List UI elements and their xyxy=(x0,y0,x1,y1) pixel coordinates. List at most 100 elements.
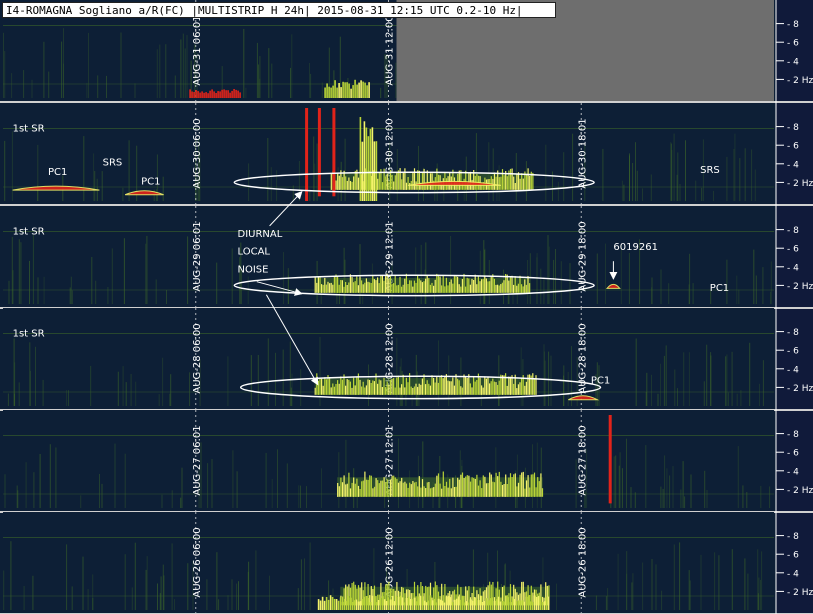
burst-spike xyxy=(527,595,530,610)
noise-spike xyxy=(319,377,321,395)
noise-spike xyxy=(476,474,478,497)
noise-spike xyxy=(429,284,431,293)
noise-spike xyxy=(431,173,433,190)
burst-spike xyxy=(203,92,205,98)
noise-spike xyxy=(317,277,319,293)
spectral-streak xyxy=(18,239,20,304)
burst-spike xyxy=(229,92,231,98)
noise-spike xyxy=(425,488,427,497)
noise-spike xyxy=(359,379,361,395)
time-marker-label: AUG-31 12:00 xyxy=(385,15,396,85)
noise-spike xyxy=(353,377,355,395)
noise-spike xyxy=(322,284,324,293)
burst-spike xyxy=(341,601,344,610)
spectral-streak xyxy=(744,148,746,201)
frequency-tick-label: - 8 xyxy=(787,226,799,236)
noise-spike xyxy=(452,477,454,497)
spectral-streak xyxy=(651,374,652,406)
frequency-tick-label: - 2 Hz xyxy=(787,486,813,496)
spectral-streak xyxy=(673,133,675,201)
spectral-streak xyxy=(751,149,753,201)
spectral-streak xyxy=(304,558,305,610)
noise-spike xyxy=(522,471,524,497)
spectral-streak xyxy=(227,356,229,406)
noise-spike xyxy=(450,279,452,293)
spectral-streak xyxy=(731,351,733,406)
spectrogram-window: AUG-31 06:01 AUG-31 12:00- 8- 6- 4- 2 Hz A… xyxy=(0,0,813,614)
burst-spike xyxy=(323,600,326,610)
spectral-streak xyxy=(557,181,559,201)
noise-spike xyxy=(487,483,489,497)
noise-spike xyxy=(490,474,492,497)
noise-spike xyxy=(437,274,439,293)
strip-separator xyxy=(0,204,813,206)
spectral-streak xyxy=(669,475,671,508)
noise-spike xyxy=(394,477,396,497)
noise-spike xyxy=(421,378,423,395)
burst-spike xyxy=(219,91,221,98)
noise-spike xyxy=(409,482,411,497)
spectral-streak xyxy=(660,269,662,304)
noise-spike xyxy=(524,385,526,395)
noise-spike xyxy=(458,479,460,497)
noise-spike xyxy=(417,386,419,395)
noise-spike xyxy=(474,381,476,395)
spectral-streak xyxy=(91,257,93,304)
spectral-streak xyxy=(71,586,73,610)
burst-spike xyxy=(469,599,472,610)
noise-spike xyxy=(402,284,404,293)
noise-spike xyxy=(321,284,323,293)
frequency-tick-label: - 4 xyxy=(787,160,799,170)
spectral-streak xyxy=(131,587,133,610)
noise-spike xyxy=(437,382,439,395)
noise-spike xyxy=(361,386,363,395)
spectral-streak xyxy=(438,497,440,508)
noise-spike xyxy=(362,480,364,497)
spectral-streak xyxy=(275,352,276,406)
spectral-streak xyxy=(171,490,173,508)
spectral-streak xyxy=(309,542,311,610)
spectral-streak xyxy=(3,570,5,610)
noise-spike xyxy=(346,180,348,190)
spectral-streak xyxy=(663,355,665,406)
spectral-streak xyxy=(396,337,398,406)
noise-spike xyxy=(420,384,422,395)
noise-spike xyxy=(463,478,465,497)
noise-spike xyxy=(444,376,446,395)
annotation-sr-2: 1st SR xyxy=(13,226,45,237)
event-line xyxy=(608,415,612,504)
burst-spike xyxy=(358,82,360,98)
annotation-sr-3: 1st SR xyxy=(13,328,45,339)
spectral-streak xyxy=(398,438,399,508)
spectral-streak xyxy=(8,280,10,304)
spectral-streak xyxy=(216,262,218,304)
noise-spike xyxy=(391,174,393,190)
noise-spike xyxy=(450,488,452,497)
noise-spike xyxy=(473,376,475,395)
noise-spike xyxy=(413,280,415,293)
noise-spike xyxy=(495,382,497,395)
noise-spike xyxy=(386,381,388,395)
noise-spike xyxy=(524,279,526,293)
spectral-streak xyxy=(71,290,73,304)
spectral-streak xyxy=(662,488,664,508)
noise-spike xyxy=(391,284,393,293)
spectral-streak xyxy=(680,489,682,508)
noise-spike xyxy=(509,473,512,497)
burst-spike xyxy=(419,595,422,610)
noise-spike xyxy=(527,475,529,497)
noise-spike xyxy=(479,281,481,293)
spectral-streak xyxy=(596,253,598,304)
burst-spike xyxy=(497,596,500,610)
spectral-streak xyxy=(276,170,278,201)
noise-spike xyxy=(375,280,377,293)
burst-spike xyxy=(334,80,336,98)
noise-spike xyxy=(530,474,532,497)
burst-spike xyxy=(367,598,370,610)
noise-spike xyxy=(492,378,494,395)
noise-spike xyxy=(457,477,459,497)
burst-spike xyxy=(387,597,390,610)
burst-spike xyxy=(335,599,338,610)
noise-spike xyxy=(396,285,398,293)
noise-spike xyxy=(465,170,467,190)
